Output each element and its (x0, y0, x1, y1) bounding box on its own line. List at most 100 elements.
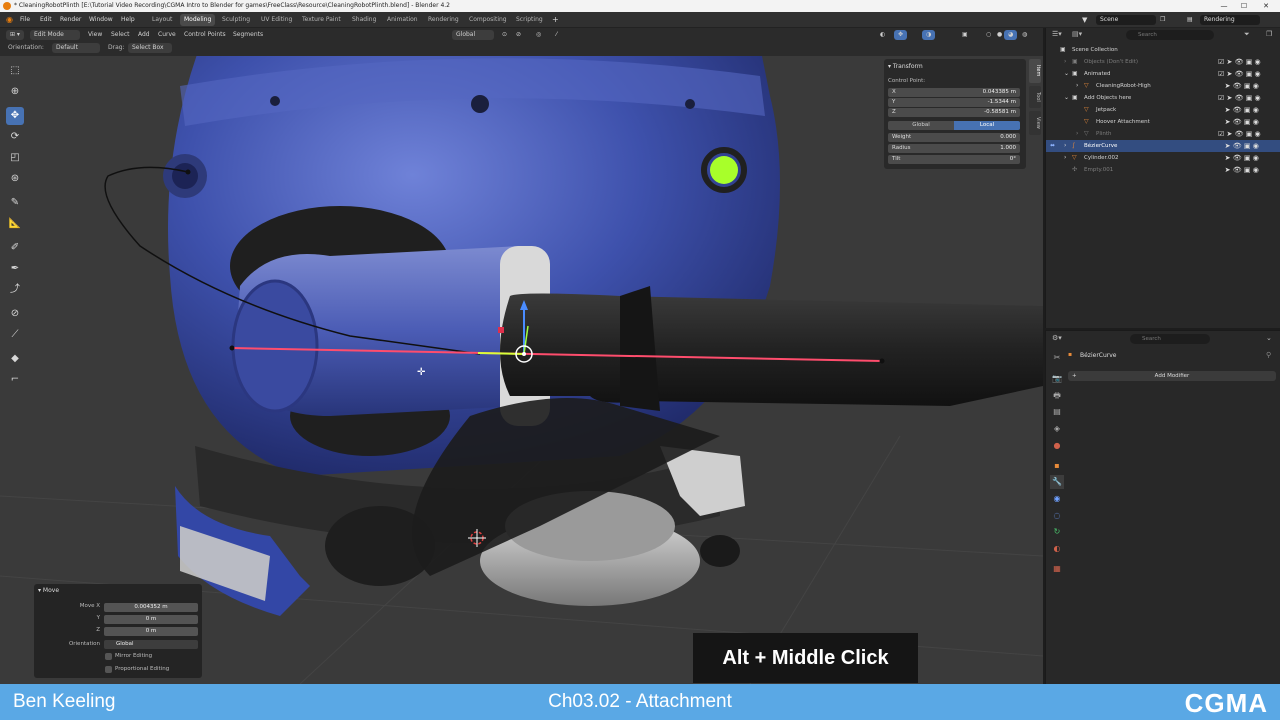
transform-tool-icon[interactable]: ⊛ (6, 170, 24, 188)
menu-help[interactable]: Help (121, 15, 135, 25)
tilt-tool-icon[interactable]: ⟋ (6, 326, 24, 344)
tab-scripting[interactable]: Scripting (512, 14, 547, 26)
gizmo-plane-handle[interactable] (498, 327, 504, 333)
shading-material-icon[interactable]: ◕ (1004, 30, 1018, 40)
tab-modeling[interactable]: Modeling (180, 14, 216, 26)
handle-left-point[interactable] (229, 345, 235, 351)
pivot-icon[interactable]: ⊙ (498, 30, 511, 40)
expand-icon[interactable]: › (1076, 128, 1078, 140)
xray-icon[interactable]: ▣ (958, 30, 972, 40)
new-scene-icon[interactable]: ❐ (1160, 15, 1165, 25)
editor-type-icon[interactable]: ⊞ ▾ (6, 30, 24, 40)
scene-selector[interactable]: Scene (1096, 15, 1156, 25)
select-box-icon[interactable]: ⬚ (6, 62, 24, 80)
expand-icon[interactable]: ⌄ (1064, 68, 1069, 80)
blender-menu-icon[interactable]: ◉ (6, 15, 13, 25)
overlay-toggle-icon[interactable]: ◑ (922, 30, 936, 40)
menu-control-points[interactable]: Control Points (180, 30, 230, 40)
scene-properties-icon[interactable]: ◈ (1050, 422, 1064, 436)
menu-view[interactable]: View (84, 30, 106, 40)
mode-selector[interactable]: Edit Mode (30, 30, 80, 40)
weight-field[interactable]: Weight 0.000 (888, 133, 1020, 142)
tab-uv-editing[interactable]: UV Editing (257, 14, 296, 26)
expand-icon[interactable]: › (1064, 56, 1066, 68)
radius-tool-icon[interactable]: ⊘ (6, 305, 24, 323)
display-mode-icon[interactable]: ▤▾ (1072, 30, 1082, 38)
object-properties-icon[interactable]: ▪ (1050, 459, 1064, 473)
menu-add[interactable]: Add (134, 30, 154, 40)
particles-properties-icon[interactable]: ◉ (1050, 492, 1064, 506)
minimize-icon[interactable]: — (1214, 0, 1234, 12)
tool-properties-icon[interactable]: ✂ (1050, 351, 1064, 365)
transform-orientation-selector[interactable]: Global (452, 30, 494, 40)
shear-tool-icon[interactable]: ⌐ (6, 371, 24, 389)
add-workspace-icon[interactable]: + (552, 15, 559, 25)
expand-icon[interactable]: ⌄ (1064, 92, 1069, 104)
menu-edit[interactable]: Edit (40, 15, 52, 25)
randomize-tool-icon[interactable]: ◆ (6, 350, 24, 368)
radius-field[interactable]: Radius 1.000 (888, 144, 1020, 153)
control-point-x-field[interactable]: X 0.043385 m (888, 88, 1020, 97)
mirror-checkbox[interactable] (105, 653, 112, 660)
tab-layout[interactable]: Layout (148, 14, 176, 26)
maximize-icon[interactable]: ☐ (1234, 0, 1254, 12)
local-toggle[interactable]: Local (954, 121, 1020, 130)
scale-tool-icon[interactable]: ◰ (6, 149, 24, 167)
menu-window[interactable]: Window (89, 15, 113, 25)
edit-mode-icon[interactable]: ⬌ (1050, 140, 1055, 152)
falloff-icon[interactable]: ⁄ (552, 30, 561, 40)
texture-properties-icon[interactable]: ▦ (1050, 562, 1064, 576)
menu-segments[interactable]: Segments (229, 30, 267, 40)
global-toggle[interactable]: Global (888, 121, 954, 130)
options-icon[interactable]: ⌄ (1266, 334, 1272, 342)
physics-properties-icon[interactable]: ◌ (1050, 509, 1064, 523)
expand-icon[interactable]: › (1076, 80, 1078, 92)
modifier-properties-icon[interactable]: 🔧 (1050, 475, 1064, 489)
handle-right-point[interactable] (879, 358, 885, 364)
render-properties-icon[interactable]: 📷 (1050, 372, 1064, 386)
pin-icon[interactable]: ⚲ (1266, 351, 1271, 359)
tab-rendering[interactable]: Rendering (424, 14, 463, 26)
view-layer-selector[interactable]: Rendering (1200, 15, 1260, 25)
properties-editor-icon[interactable]: ⚙▾ (1052, 334, 1062, 342)
view-layer-properties-icon[interactable]: ▤ (1050, 405, 1064, 419)
control-point-z-field[interactable]: Z -0.58581 m (888, 108, 1020, 117)
menu-render[interactable]: Render (60, 15, 81, 25)
orientation-selector[interactable]: Default (52, 43, 100, 53)
tab-texture-paint[interactable]: Texture Paint (298, 14, 345, 26)
bezier-handle-segment[interactable] (477, 352, 525, 355)
outliner-root[interactable]: ▣ Scene Collection (1046, 44, 1280, 56)
close-icon[interactable]: ✕ (1256, 0, 1276, 12)
draw-tool-icon[interactable]: ✐ (6, 239, 24, 257)
gizmo-toggle-icon[interactable]: ✥ (894, 30, 908, 40)
material-properties-icon[interactable]: ◐ (1050, 542, 1064, 556)
outliner-search-input[interactable]: Search (1126, 30, 1214, 40)
transform-panel-title[interactable]: ▾ Transform (888, 63, 923, 70)
world-properties-icon[interactable]: ● (1050, 439, 1064, 453)
menu-curve[interactable]: Curve (154, 30, 180, 40)
measure-tool-icon[interactable]: 📐 (6, 215, 24, 233)
tab-sculpting[interactable]: Sculpting (218, 14, 254, 26)
tab-compositing[interactable]: Compositing (465, 14, 511, 26)
object-data-icon[interactable]: ↻ (1050, 525, 1064, 539)
add-modifier-button[interactable]: + Add Modifier (1068, 371, 1276, 381)
move-z-field[interactable]: 0 m (104, 627, 198, 636)
visibility-icon[interactable]: ◐ (876, 30, 889, 40)
new-collection-icon[interactable]: ❐ (1266, 30, 1272, 38)
menu-select[interactable]: Select (107, 30, 134, 40)
orientation-dropdown[interactable]: Global (104, 640, 198, 649)
move-y-field[interactable]: 0 m (104, 615, 198, 624)
extrude-tool-icon[interactable]: ⤴ (6, 281, 24, 299)
move-panel-header[interactable]: ▾ Move (38, 587, 59, 594)
properties-search-input[interactable]: Search (1130, 334, 1210, 344)
filter-icon[interactable]: ⏷ (1244, 30, 1250, 39)
annotate-tool-icon[interactable]: ✎ (6, 194, 24, 212)
drag-selector[interactable]: Select Box (128, 43, 172, 53)
expand-icon[interactable]: › (1064, 140, 1066, 152)
menu-file[interactable]: File (20, 15, 30, 25)
gizmo-center-dot[interactable] (522, 352, 526, 356)
tab-item[interactable]: Item (1029, 59, 1041, 83)
outliner-editor-icon[interactable]: ☰▾ (1052, 30, 1062, 38)
cursor-tool-icon[interactable]: ⊕ (6, 83, 24, 101)
control-point-y-field[interactable]: Y -1.5344 m (888, 98, 1020, 107)
